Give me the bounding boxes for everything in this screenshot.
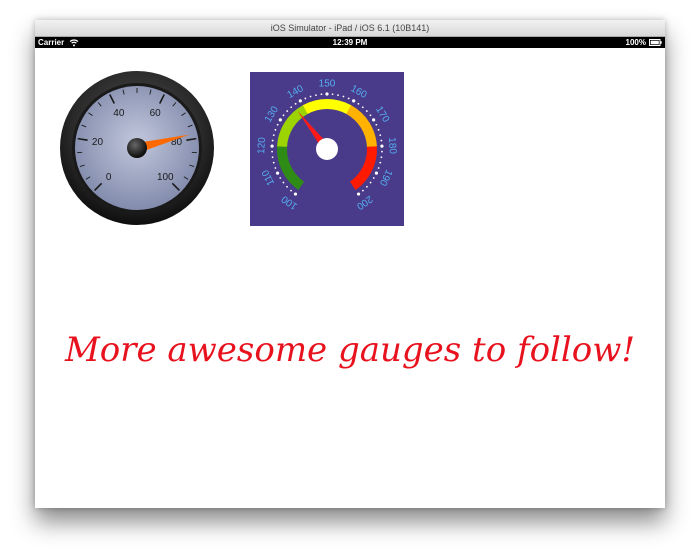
window-title: iOS Simulator - iPad / iOS 6.1 (10B141) (35, 20, 665, 37)
gauge-hub (127, 138, 147, 158)
gauge-dot (356, 192, 361, 196)
app-content: 0 20 40 60 80 100 100 110 120 130 140 150 160 170 180… (35, 48, 665, 508)
gauge-dot (274, 167, 277, 169)
gauge-dot (276, 123, 279, 126)
gauge-dot (290, 106, 293, 109)
gauge-dot (379, 134, 382, 137)
gauge-dot (293, 192, 298, 196)
gauge-tick-label: 120 (256, 137, 268, 155)
gauge-dot (372, 177, 375, 179)
gauge-dot (278, 118, 282, 122)
gauge-dot (290, 189, 292, 192)
gauge-dot (271, 156, 274, 159)
gauge-tick-label: 180 (386, 137, 398, 155)
dial-gauge: 02040 6080100 (60, 71, 214, 225)
battery-percentage: 100% (625, 38, 646, 47)
gauge-dot (357, 102, 360, 105)
gauge-dot (342, 95, 345, 98)
gauge-dot (347, 97, 350, 100)
gauge-dot (377, 167, 380, 169)
gauge-dot (337, 94, 339, 97)
speedometer-gauge: 100110120130140 150 160170180190200 (250, 72, 404, 226)
gauge-dot (271, 139, 274, 142)
gauge-hub (316, 138, 338, 160)
gauge-dot (309, 95, 312, 98)
gauge-tick-label: 150 (319, 79, 336, 90)
gauge-dot (286, 185, 288, 188)
gauge-dot (365, 110, 368, 112)
gauge-dot (298, 99, 302, 103)
gauge-dot (369, 181, 372, 184)
gauge-band (302, 99, 352, 115)
gauge-dot (380, 156, 383, 159)
gauge-dot (286, 110, 289, 112)
simulator-window: iOS Simulator - iPad / iOS 6.1 (10B141) … (35, 20, 665, 508)
gauge-dot (375, 123, 378, 126)
gauge-dot (362, 189, 364, 192)
gauge-dot (374, 171, 379, 175)
gauge-dot (380, 144, 384, 148)
gauge-dot (366, 185, 368, 188)
gauge-dot (271, 150, 273, 153)
gauge-tick-label: 40 (113, 108, 125, 119)
gauge-tick-label: 0 (106, 172, 112, 183)
gauge-dot (272, 161, 275, 164)
gauge-dot (304, 97, 307, 100)
status-bar: Carrier 12:39 PM 100% (35, 37, 665, 48)
gauge-dot (352, 99, 356, 103)
gauge-tick-label: 100 (157, 172, 174, 183)
headline-message: More awesome gauges to follow! (64, 330, 636, 370)
gauge-tick-label: 60 (150, 108, 162, 119)
gauge-dot (377, 128, 380, 131)
gauge-dot (282, 114, 285, 117)
gauge-dot (272, 134, 275, 137)
gauge-dot (275, 171, 280, 175)
gauge-dot (331, 93, 334, 96)
gauge-dot (379, 161, 382, 164)
gauge-dot (279, 177, 282, 179)
gauge-dot (369, 114, 372, 117)
battery-icon (649, 39, 662, 46)
gauge-dot (361, 106, 364, 109)
gauge-dot (380, 139, 383, 142)
gauge-dot (325, 92, 329, 96)
gauge-dot (320, 93, 323, 96)
gauge-dot (274, 128, 277, 131)
gauge-dot (372, 118, 376, 122)
status-time: 12:39 PM (332, 38, 368, 47)
gauge-dot (315, 94, 317, 97)
gauge-dot (381, 150, 383, 153)
gauge-tick-label: 20 (92, 137, 104, 148)
gauge-dot (270, 144, 274, 148)
gauge-dot (282, 181, 285, 184)
gauge-dot (294, 102, 297, 105)
